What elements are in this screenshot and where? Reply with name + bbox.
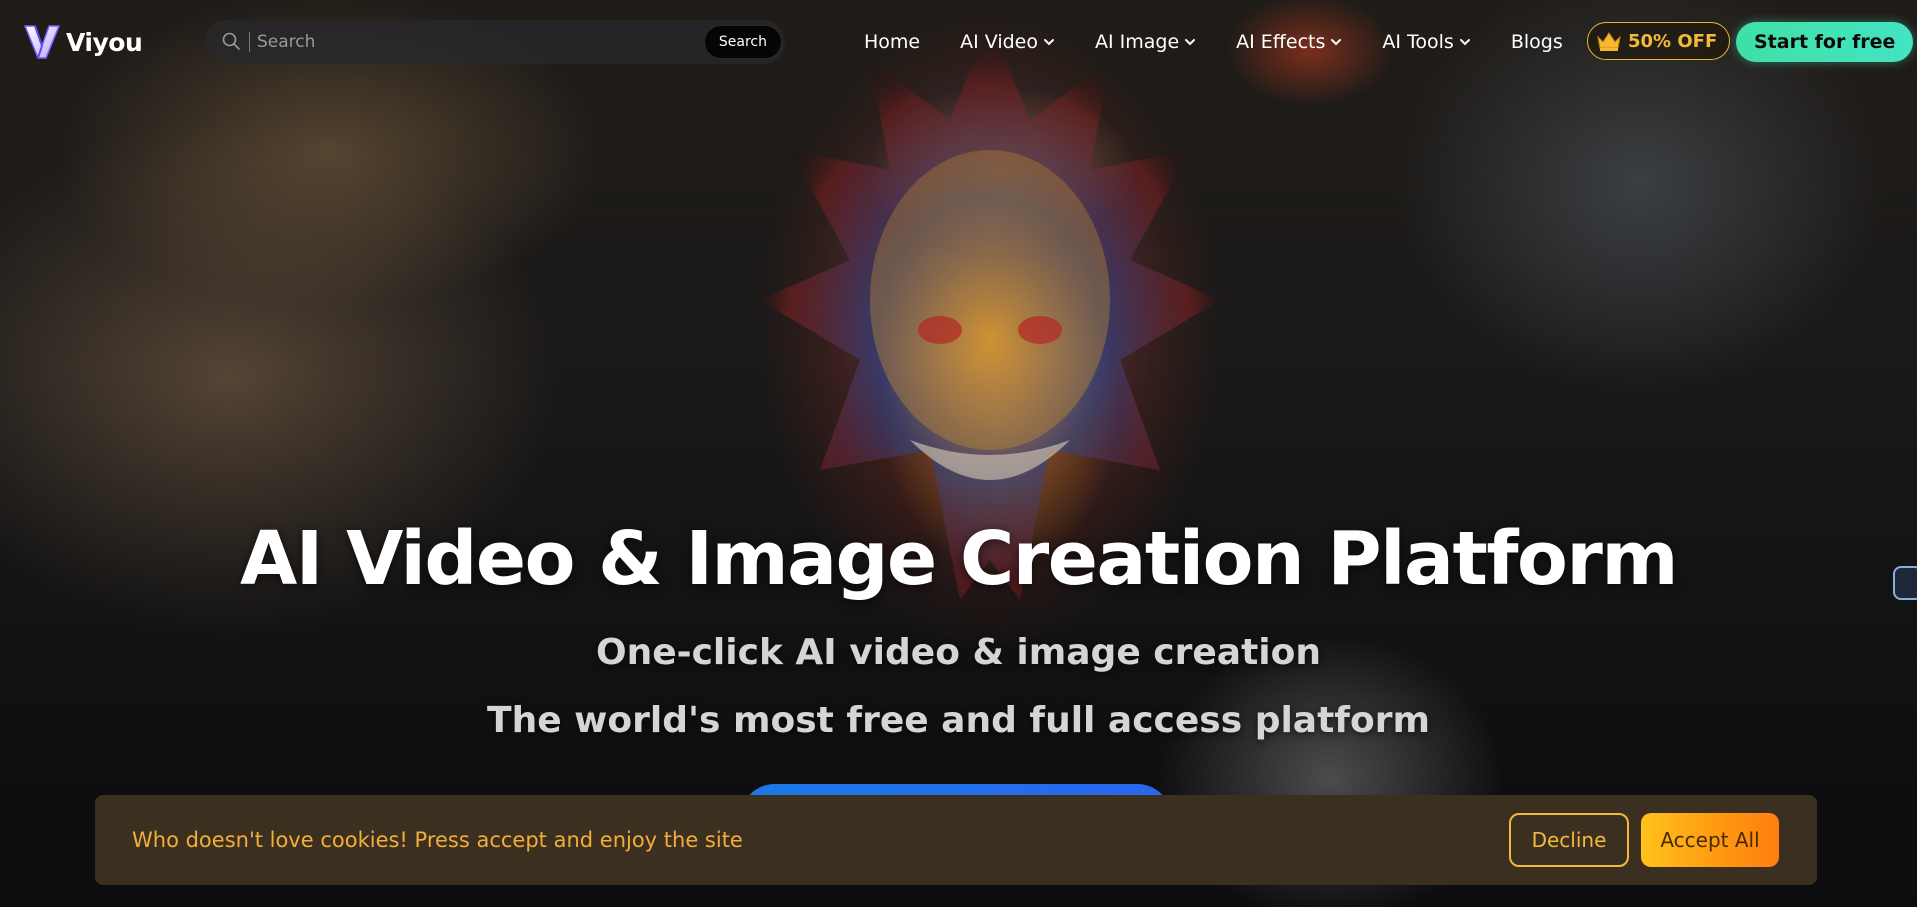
nav-item-label: AI Video: [960, 31, 1038, 53]
main-nav: Home AI Video AI Image AI Effects AI Too…: [864, 0, 1563, 84]
nav-item-ai-image[interactable]: AI Image: [1095, 31, 1196, 53]
cookie-banner: Who doesn't love cookies! Press accept a…: [95, 795, 1817, 885]
hero-subtitle-secondary: The world's most free and full access pl…: [487, 700, 1430, 741]
chevron-down-icon: [1331, 39, 1342, 46]
logo-link[interactable]: Viyou: [22, 22, 143, 62]
nav-item-label: AI Image: [1094, 31, 1180, 53]
search-button[interactable]: Search: [703, 25, 782, 59]
crown-icon: [1597, 32, 1621, 51]
hero-overlay: [0, 0, 1917, 907]
cookie-message: Who doesn't love cookies! Press accept a…: [132, 828, 743, 852]
brand-name: Viyou: [66, 27, 143, 57]
search-icon: [222, 32, 240, 50]
hero-title: AI Video & Image Creation Platform: [240, 516, 1678, 602]
chevron-down-icon: [1185, 39, 1196, 46]
promo-label: 50% OFF: [1628, 30, 1718, 52]
nav-item-label: Home: [864, 31, 921, 53]
nav-item-label: AI Tools: [1382, 31, 1454, 53]
nav-item-label: AI Effects: [1236, 31, 1326, 53]
site-header: Viyou Search Home AI Video AI Image: [0, 0, 1917, 84]
hero-subtitle-primary: One-click AI video & image creation: [596, 632, 1321, 673]
page: Viyou Search Home AI Video AI Image: [0, 0, 1917, 907]
nav-item-blogs[interactable]: Blogs: [1511, 31, 1563, 53]
nav-item-label: Blogs: [1510, 31, 1563, 53]
search-bar: Search: [205, 20, 785, 64]
nav-item-home[interactable]: Home: [864, 31, 920, 53]
promo-50-off-button[interactable]: 50% OFF: [1587, 22, 1731, 60]
search-divider: [249, 32, 250, 52]
nav-item-ai-effects[interactable]: AI Effects: [1236, 31, 1342, 53]
chevron-down-icon: [1043, 39, 1054, 46]
nav-item-ai-video[interactable]: AI Video: [960, 31, 1055, 53]
chevron-down-icon: [1459, 39, 1470, 46]
start-for-free-button[interactable]: Start for free: [1736, 22, 1914, 62]
accept-all-cookies-button[interactable]: Accept All: [1641, 813, 1779, 867]
side-slider-tab[interactable]: [1893, 566, 1917, 600]
nav-item-ai-tools[interactable]: AI Tools: [1382, 31, 1470, 53]
search-input[interactable]: [257, 20, 657, 64]
logo-v-icon: [23, 25, 61, 59]
decline-cookies-button[interactable]: Decline: [1509, 813, 1629, 867]
